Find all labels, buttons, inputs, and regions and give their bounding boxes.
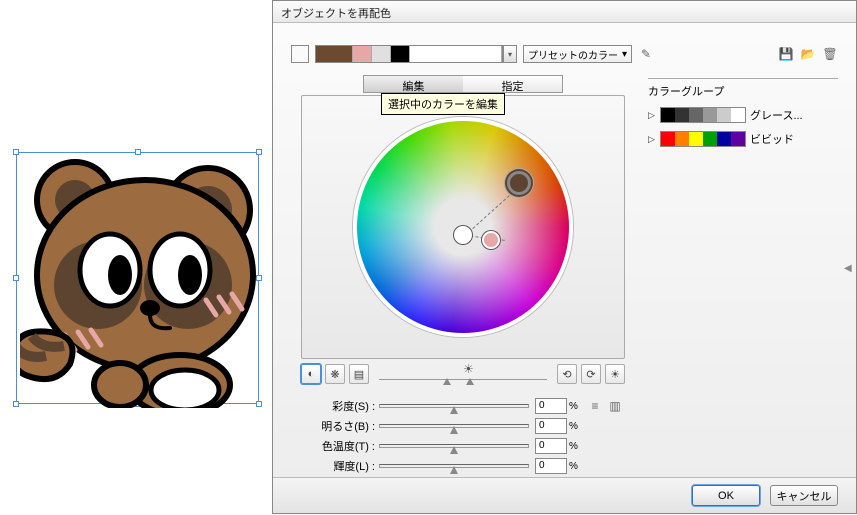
- color-swatch-row[interactable]: [315, 45, 503, 63]
- selection-bounding-box[interactable]: [16, 152, 259, 404]
- group-swatches-vivid: [660, 131, 746, 147]
- color-group-row[interactable]: ▷ グレース...: [648, 105, 838, 125]
- recolor-dialog: オブジェクトを再配色 ▾ プリセットのカラー ▾ ✎ 💾 📂: [272, 0, 857, 514]
- temperature-value[interactable]: 0: [535, 438, 567, 454]
- percent-label: %: [567, 461, 583, 472]
- color-groups-panel: カラーグループ ▷ グレース... ▷ ビビッド: [648, 78, 838, 488]
- color-wheel[interactable]: [353, 117, 573, 337]
- group-name: ビビッド: [750, 131, 838, 147]
- preset-select[interactable]: プリセットのカラー ▾: [523, 45, 632, 63]
- save-group-icon[interactable]: 💾: [778, 46, 794, 62]
- brightness-label: 明るさ(B) :: [291, 418, 379, 434]
- brightness-slider[interactable]: ☀: [379, 368, 547, 380]
- slider-thumb[interactable]: [450, 406, 458, 414]
- tooltip: 選択中のカラーを編集: [381, 93, 505, 115]
- slider-thumb[interactable]: [443, 378, 451, 385]
- tabs: 編集 指定: [363, 75, 563, 93]
- slider-thumb[interactable]: [466, 378, 474, 385]
- selection-handle[interactable]: [13, 275, 19, 281]
- preset-select-label: プリセットのカラー: [528, 47, 618, 62]
- ok-button[interactable]: OK: [692, 485, 760, 506]
- align-icon[interactable]: ≡: [587, 398, 603, 414]
- color-wheel-area: [301, 95, 625, 359]
- wheel-segmented-icon[interactable]: ❋: [325, 364, 345, 384]
- percent-label: %: [567, 401, 583, 412]
- luminance-slider[interactable]: [379, 464, 529, 468]
- saturation-slider[interactable]: [379, 404, 529, 408]
- brightness-value[interactable]: 0: [535, 418, 567, 434]
- delete-group-icon[interactable]: 🗑: [822, 46, 838, 62]
- wheel-smooth-icon[interactable]: ◐: [301, 364, 321, 384]
- wheel-marker-white[interactable]: [454, 226, 472, 244]
- wheel-mode-controls: ◐ ❋ ▤ ☀ ⟲ ⟳ ☀: [301, 363, 625, 385]
- wheel-marker-pink[interactable]: [482, 231, 500, 249]
- wheel-bars-icon[interactable]: ▤: [349, 364, 369, 384]
- temperature-label: 色温度(T) :: [291, 438, 379, 454]
- percent-label: %: [567, 421, 583, 432]
- group-name: グレース...: [750, 107, 838, 123]
- collapse-panel-icon[interactable]: ◀: [844, 263, 854, 277]
- swatch-dropdown-icon[interactable]: ▾: [503, 45, 517, 63]
- tab-edit[interactable]: 編集: [364, 76, 463, 92]
- luminance-value[interactable]: 0: [535, 458, 567, 474]
- cancel-button[interactable]: キャンセル: [770, 485, 838, 506]
- dialog-toolbar: ▾ プリセットのカラー ▾ ✎ 💾 📂 🗑: [291, 43, 838, 65]
- unlink-harmony-icon[interactable]: ⟳: [581, 364, 601, 384]
- expand-icon[interactable]: ▷: [648, 110, 656, 121]
- group-swatches-grayscale: [660, 107, 746, 123]
- tab-assign[interactable]: 指定: [463, 76, 562, 92]
- brightness-slider-2[interactable]: [379, 424, 529, 428]
- luminance-label: 輝度(L) :: [291, 458, 379, 474]
- edit-panel: 編集 指定 選択中のカラーを編集 ◐ ❋ ▤ ☀: [291, 75, 635, 485]
- selection-handle[interactable]: [13, 149, 19, 155]
- link-harmony-icon[interactable]: ⟲: [557, 364, 577, 384]
- active-color-swatch[interactable]: [291, 45, 309, 63]
- selection-handle[interactable]: [13, 401, 19, 407]
- open-group-icon[interactable]: 📂: [800, 46, 816, 62]
- wheel-marker-base[interactable]: [507, 171, 531, 195]
- saturation-value[interactable]: 0: [535, 398, 567, 414]
- distribute-icon[interactable]: ▥: [607, 398, 623, 414]
- color-groups-title: カラーグループ: [648, 83, 838, 99]
- expand-icon[interactable]: ▷: [648, 134, 656, 145]
- saturation-label: 彩度(S) :: [291, 398, 379, 414]
- temperature-slider[interactable]: [379, 444, 529, 448]
- dialog-footer: OK キャンセル: [273, 477, 856, 513]
- sun-icon: ☀: [463, 362, 474, 376]
- color-group-row[interactable]: ▷ ビビッド: [648, 129, 838, 149]
- percent-label: %: [567, 441, 583, 452]
- slider-thumb[interactable]: [450, 446, 458, 454]
- chevron-down-icon: ▾: [622, 49, 627, 60]
- slider-thumb[interactable]: [450, 466, 458, 474]
- canvas-area: [0, 0, 272, 515]
- edit-preset-icon[interactable]: ✎: [638, 46, 654, 62]
- brightness-mode-icon[interactable]: ☀: [605, 364, 625, 384]
- dialog-title: オブジェクトを再配色: [273, 1, 856, 23]
- adjust-sliders: 彩度(S) : 0 % ≡ ▥ 明るさ(B) : 0 % 色温度(T): [291, 397, 635, 477]
- dialog-body: ▾ プリセットのカラー ▾ ✎ 💾 📂 🗑 編集 指定 選択中のカラーを編集: [273, 23, 856, 477]
- slider-thumb[interactable]: [450, 426, 458, 434]
